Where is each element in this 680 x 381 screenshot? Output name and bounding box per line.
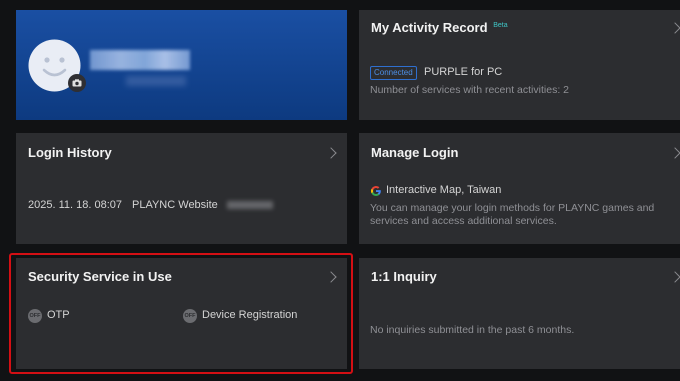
off-status-icon: OFF xyxy=(183,309,197,323)
manage-login-description-2: services and access additional services. xyxy=(370,215,557,227)
inquiry-title: 1:1 Inquiry xyxy=(371,269,437,284)
inquiry-message: No inquiries submitted in the past 6 mon… xyxy=(370,324,575,336)
beta-label: Beta xyxy=(493,21,508,29)
card-title: My Activity Record Beta xyxy=(371,20,508,35)
camera-icon[interactable] xyxy=(68,74,86,92)
login-history-title: Login History xyxy=(28,145,112,160)
login-history-card[interactable]: Login History 2025. 11. 18. 08:07 PLAYNC… xyxy=(16,133,347,244)
otp-label: OTP xyxy=(47,309,70,321)
chevron-right-icon[interactable] xyxy=(669,147,680,159)
login-date: 2025. 11. 18. 08:07 xyxy=(28,199,122,211)
login-site: PLAYNC Website xyxy=(132,199,218,211)
off-status-icon: OFF xyxy=(28,309,42,323)
chevron-right-icon[interactable] xyxy=(325,271,337,283)
inquiry-card[interactable]: 1:1 Inquiry No inquiries submitted in th… xyxy=(359,258,680,369)
chevron-right-icon[interactable] xyxy=(669,271,680,283)
activity-record-card[interactable]: My Activity Record Beta Connected PURPLE… xyxy=(359,10,680,120)
activity-summary: Number of services with recent activitie… xyxy=(370,84,569,96)
manage-login-title: Manage Login xyxy=(371,145,459,160)
manage-login-description-1: You can manage your login methods for PL… xyxy=(370,202,655,214)
chevron-right-icon[interactable] xyxy=(669,22,680,34)
account-dashboard: My Activity Record Beta Connected PURPLE… xyxy=(0,0,680,381)
blurred-ip-address xyxy=(227,201,273,209)
chevron-right-icon[interactable] xyxy=(325,147,337,159)
security-title: Security Service in Use xyxy=(28,269,172,284)
manage-login-card[interactable]: Manage Login Interactive Map, Taiwan You… xyxy=(359,133,680,244)
activity-title: My Activity Record xyxy=(371,20,488,35)
google-icon xyxy=(371,186,381,196)
service-name: PURPLE for PC xyxy=(424,66,503,78)
blurred-username xyxy=(90,50,190,70)
connected-badge: Connected xyxy=(370,66,417,80)
profile-card[interactable] xyxy=(16,10,347,120)
device-registration-label: Device Registration xyxy=(202,309,298,321)
security-service-card[interactable]: Security Service in Use OFF OTP OFF Devi… xyxy=(16,258,347,369)
blurred-username-shadow xyxy=(126,76,186,86)
linked-account: Interactive Map, Taiwan xyxy=(386,184,502,196)
